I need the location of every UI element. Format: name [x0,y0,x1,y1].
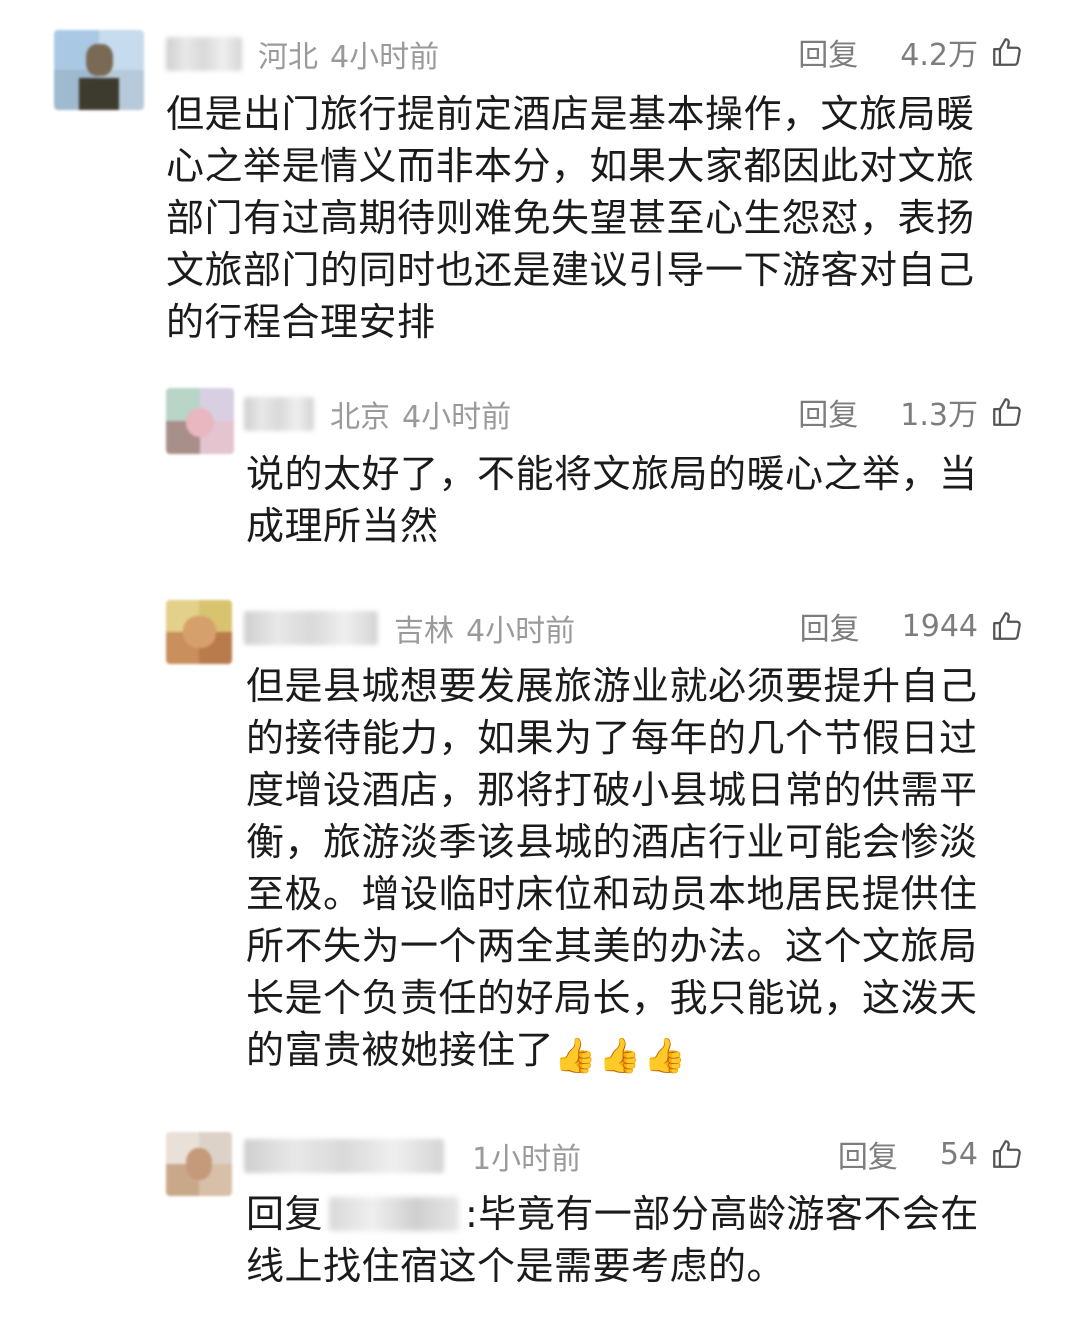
comment-item: 河北 4小时前 回复 4.2万 但是出门旅行提前定酒店是基本操作，文旅局暖心之举… [0,0,1080,360]
avatar[interactable] [166,388,234,454]
like-count: 1944 [901,608,978,644]
comment-text-container: 回复:毕竟有一部分高龄游客不会在线上找住宿这个是需要考虑的。 [246,1188,1006,1292]
thumbs-up-emoji-icon: 👍 [554,1036,597,1076]
comment-text: 说的太好了，不能将文旅局的暖心之举，当成理所当然 [246,452,978,548]
thumbs-up-emoji-icon: 👍 [643,1036,687,1076]
comment-region: 吉林 [394,614,454,649]
avatar[interactable] [166,1132,232,1196]
avatar[interactable] [54,30,144,110]
username-blurred[interactable] [166,37,242,71]
reply-button[interactable]: 回复 [798,30,858,74]
avatar[interactable] [166,600,232,664]
like-count: 1.3万 [900,398,978,433]
thumbs-up-emoji-group: 👍 👍 👍 [554,1030,689,1082]
comment-text: 但是出门旅行提前定酒店是基本操作，文旅局暖心之举是情义而非本分，如果大家都因此对… [166,92,975,344]
comment-time: 4小时前 [402,400,512,435]
like-count: 54 [939,1136,978,1172]
reply-button[interactable]: 回复 [800,604,860,648]
comment-actions: 回复 1.3万 [798,384,1024,440]
reply-item: 吉林 4小时前 回复 1944 但是县城想要发展旅游业就必须要提升自己的接待能力… [0,592,1080,1092]
reply-item: 1小时前 回复 54 回复:毕竟有一部分高龄游客不会在线上找住宿这个是需要考虑的… [0,1124,1080,1327]
reply-button[interactable]: 回复 [798,390,858,434]
comment-actions: 回复 1944 [800,598,1024,654]
thumbs-up-icon[interactable] [990,609,1024,643]
username-blurred[interactable] [244,1139,444,1173]
thumbs-up-icon[interactable] [990,35,1024,69]
comment-text-container: 但是县城想要发展旅游业就必须要提升自己的接待能力，如果为了每年的几个节假日过度增… [246,660,996,1082]
comment-time: 4小时前 [466,614,576,649]
reply-item: 北京 4小时前 回复 1.3万 说的太好了，不能将文旅局的暖心之举，当成理所当然 [0,380,1080,560]
comment-actions: 回复 4.2万 [798,24,1024,80]
username-blurred[interactable] [244,397,314,431]
comment-region: 河北 [258,40,318,75]
thumbs-up-icon[interactable] [990,1137,1024,1171]
comment-text: 但是县城想要发展旅游业就必须要提升自己的接待能力，如果为了每年的几个节假日过度增… [246,664,978,1072]
reply-prefix: 回复 [246,1192,324,1236]
username-blurred[interactable] [244,611,378,645]
thumbs-up-emoji-icon: 👍 [598,1036,642,1076]
comment-actions: 回复 54 [838,1126,1024,1182]
comment-meta: 河北 4小时前 [166,26,439,82]
comment-meta: 1小时前 [244,1128,581,1184]
thumbs-up-icon[interactable] [990,395,1024,429]
reply-button[interactable]: 回复 [838,1132,898,1176]
comment-meta: 吉林 4小时前 [244,600,575,656]
comment-time: 1小时前 [472,1142,582,1177]
mentioned-username-blurred[interactable] [329,1197,460,1231]
comment-meta: 北京 4小时前 [244,386,511,442]
comment-region: 北京 [330,400,390,435]
like-count: 4.2万 [900,38,978,73]
comment-time: 4小时前 [330,40,440,75]
